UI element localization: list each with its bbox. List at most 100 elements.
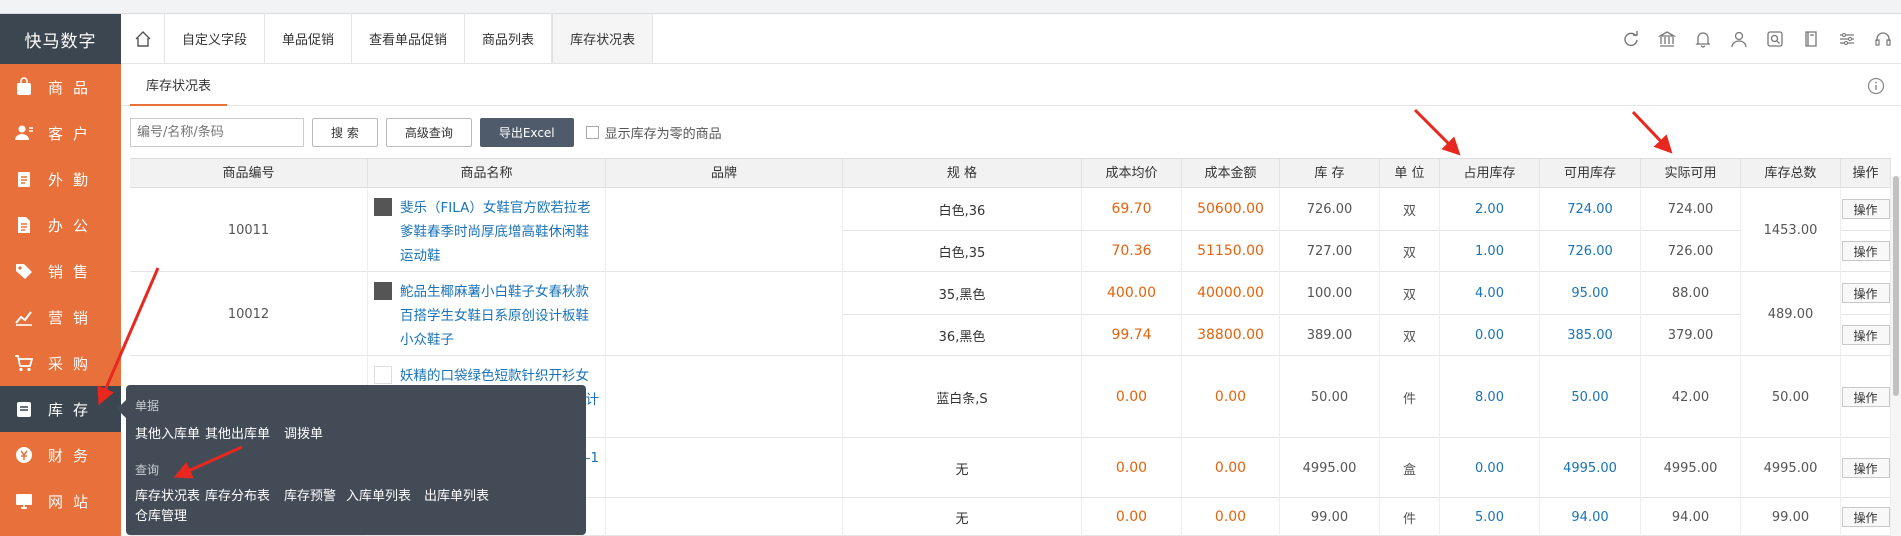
cell-op: 操作 xyxy=(1841,188,1891,230)
product-name-cell: 斐乐（FILA）女鞋官方欧若拉老爹鞋春季时尚厚底增高鞋休闲鞋运动鞋 xyxy=(368,188,606,272)
cell-amount: 0.00 xyxy=(1182,356,1280,438)
home-tab[interactable] xyxy=(121,14,165,63)
book-icon[interactable] xyxy=(1793,14,1829,64)
cell-op: 操作 xyxy=(1841,356,1891,438)
row-action-button[interactable]: 操作 xyxy=(1841,387,1890,407)
refresh-icon[interactable] xyxy=(1613,14,1649,64)
sidebar-item-label: 销售 xyxy=(48,262,99,281)
tab-1[interactable]: 单品促销 xyxy=(265,14,353,63)
row-action-button[interactable]: 操作 xyxy=(1841,458,1890,478)
scrollbar-thumb[interactable] xyxy=(1893,176,1899,396)
row-action-button[interactable]: 操作 xyxy=(1841,283,1890,303)
product-name-link-tail[interactable]: -1 xyxy=(586,446,599,470)
tab-bar: 自定义字段 单品促销 查看单品促销 商品列表 库存状况表 xyxy=(121,14,1901,64)
cell-cost: 70.36 xyxy=(1082,230,1182,272)
product-name-link[interactable]: 斐乐（FILA）女鞋官方欧若拉老爹鞋春季时尚厚底增高鞋休闲鞋运动鞋 xyxy=(400,196,601,268)
cell-stock: 389.00 xyxy=(1280,314,1380,356)
cell-spec: 无 xyxy=(843,498,1082,536)
show-zero-stock-checkbox[interactable]: 显示库存为零的商品 xyxy=(585,123,722,142)
sidebar-item-bag[interactable]: 商品 xyxy=(0,64,121,110)
sidebar-item-money[interactable]: 财务 xyxy=(0,432,121,478)
cell-unit: 件 xyxy=(1380,498,1440,536)
product-thumbnail[interactable] xyxy=(374,282,392,300)
product-name-link[interactable]: 鮀品生椰麻薯小白鞋子女春秋款百搭学生女鞋日系原创设计板鞋小众鞋子 xyxy=(400,280,601,352)
cell-available: 95.00 xyxy=(1540,272,1641,314)
tab-0[interactable]: 自定义字段 xyxy=(165,14,266,63)
submenu-item-query-5[interactable]: 仓库管理 xyxy=(135,505,187,524)
row-action-button[interactable]: 操作 xyxy=(1841,325,1890,345)
headset-icon[interactable] xyxy=(1865,14,1901,64)
cell-amount: 50600.00 xyxy=(1182,188,1280,230)
search-input[interactable] xyxy=(130,117,304,147)
user-icon[interactable] xyxy=(1721,14,1757,64)
cell-available: 385.00 xyxy=(1540,314,1641,356)
sidebar-item-tag[interactable]: 销售 xyxy=(0,248,121,294)
search-icon[interactable] xyxy=(1757,14,1793,64)
cell-unit: 件 xyxy=(1380,356,1440,438)
clipboard-icon xyxy=(14,169,34,189)
sidebar-item-document[interactable]: 办公 xyxy=(0,202,121,248)
row-action-button[interactable]: 操作 xyxy=(1841,199,1890,219)
checkbox-box[interactable] xyxy=(585,125,599,139)
home-icon xyxy=(135,30,150,47)
export-excel-button[interactable]: 导出Excel xyxy=(479,117,574,147)
row-action-button[interactable]: 操作 xyxy=(1841,507,1890,527)
monitor-icon xyxy=(14,491,34,511)
column-header-unit: 单 位 xyxy=(1380,159,1440,189)
sidebar-item-label: 客户 xyxy=(48,124,99,143)
inventory-table: 商品编号 商品名称 品牌规 格成本均价 成本金额库 存单 位占用库存 可用库存 实际可用库… xyxy=(130,158,1891,536)
submenu-item-query-0[interactable]: 库存状况表 xyxy=(135,485,200,504)
sidebar-item-inventory[interactable]: 库存 xyxy=(0,386,121,432)
product-name-link-tail[interactable]: 计 xyxy=(586,388,600,412)
cell-occupied: 8.00 xyxy=(1440,356,1540,438)
cell-stock: 100.00 xyxy=(1280,272,1380,314)
browser-strip xyxy=(0,0,1901,14)
bank-icon[interactable] xyxy=(1649,14,1685,64)
sidebar-item-label: 办公 xyxy=(48,216,99,235)
column-header-name: 商品名称 xyxy=(368,159,606,189)
product-thumbnail[interactable] xyxy=(374,198,392,216)
column-header-actual: 实际可用 xyxy=(1641,159,1741,189)
settings-icon[interactable] xyxy=(1829,14,1865,64)
submenu-item-doc-2[interactable]: 调拨单 xyxy=(284,423,323,442)
column-header-available: 可用库存 xyxy=(1540,159,1641,189)
cell-actual: 88.00 xyxy=(1641,272,1741,314)
sidebar-item-label: 财务 xyxy=(48,446,99,465)
submenu-item-doc-1[interactable]: 其他出库单 xyxy=(205,423,270,442)
sidebar-item-chart[interactable]: 营销 xyxy=(0,294,121,340)
submenu-item-query-2[interactable]: 库存预警 xyxy=(284,485,336,504)
cell-occupied: 2.00 xyxy=(1440,188,1540,230)
info-icon[interactable] xyxy=(1867,77,1885,99)
cell-spec: 白色,35 xyxy=(843,230,1082,272)
row-action-button[interactable]: 操作 xyxy=(1841,241,1890,261)
cell-unit: 双 xyxy=(1380,188,1440,230)
submenu-item-doc-0[interactable]: 其他入库单 xyxy=(135,423,200,442)
advanced-search-button[interactable]: 高级查询 xyxy=(385,117,472,147)
tab-3[interactable]: 商品列表 xyxy=(465,14,553,63)
search-button[interactable]: 搜 索 xyxy=(312,117,378,147)
column-header-code: 商品编号 xyxy=(130,159,368,189)
sidebar-item-clipboard[interactable]: 外勤 xyxy=(0,156,121,202)
cell-op: 操作 xyxy=(1841,438,1891,498)
cell-available: 50.00 xyxy=(1540,356,1641,438)
cell-cost: 400.00 xyxy=(1082,272,1182,314)
subtab-inventory-status[interactable]: 库存状况表 xyxy=(130,76,228,106)
table-scrollbar[interactable] xyxy=(1891,176,1901,536)
cell-actual: 379.00 xyxy=(1641,314,1741,356)
submenu-item-query-1[interactable]: 库存分布表 xyxy=(205,485,270,504)
stock-total: 50.00 xyxy=(1741,356,1841,438)
sidebar-item-cart[interactable]: 采购 xyxy=(0,340,121,386)
cell-unit: 双 xyxy=(1380,314,1440,356)
cell-actual: 4995.00 xyxy=(1641,438,1741,498)
tab-2[interactable]: 查看单品促销 xyxy=(352,14,466,63)
product-thumbnail[interactable] xyxy=(374,366,392,384)
submenu-item-query-4[interactable]: 出库单列表 xyxy=(424,485,489,504)
bell-icon[interactable] xyxy=(1685,14,1721,64)
sidebar-item-user[interactable]: 客户 xyxy=(0,110,121,156)
submenu-group-query: 查询 xyxy=(135,463,160,477)
brand-cell xyxy=(606,188,843,272)
sidebar-item-monitor[interactable]: 网站 xyxy=(0,478,121,524)
tab-list: 自定义字段 单品促销 查看单品促销 商品列表 库存状况表 xyxy=(165,14,654,63)
tab-4[interactable]: 库存状况表 xyxy=(552,14,654,63)
submenu-item-query-3[interactable]: 入库单列表 xyxy=(346,485,411,504)
